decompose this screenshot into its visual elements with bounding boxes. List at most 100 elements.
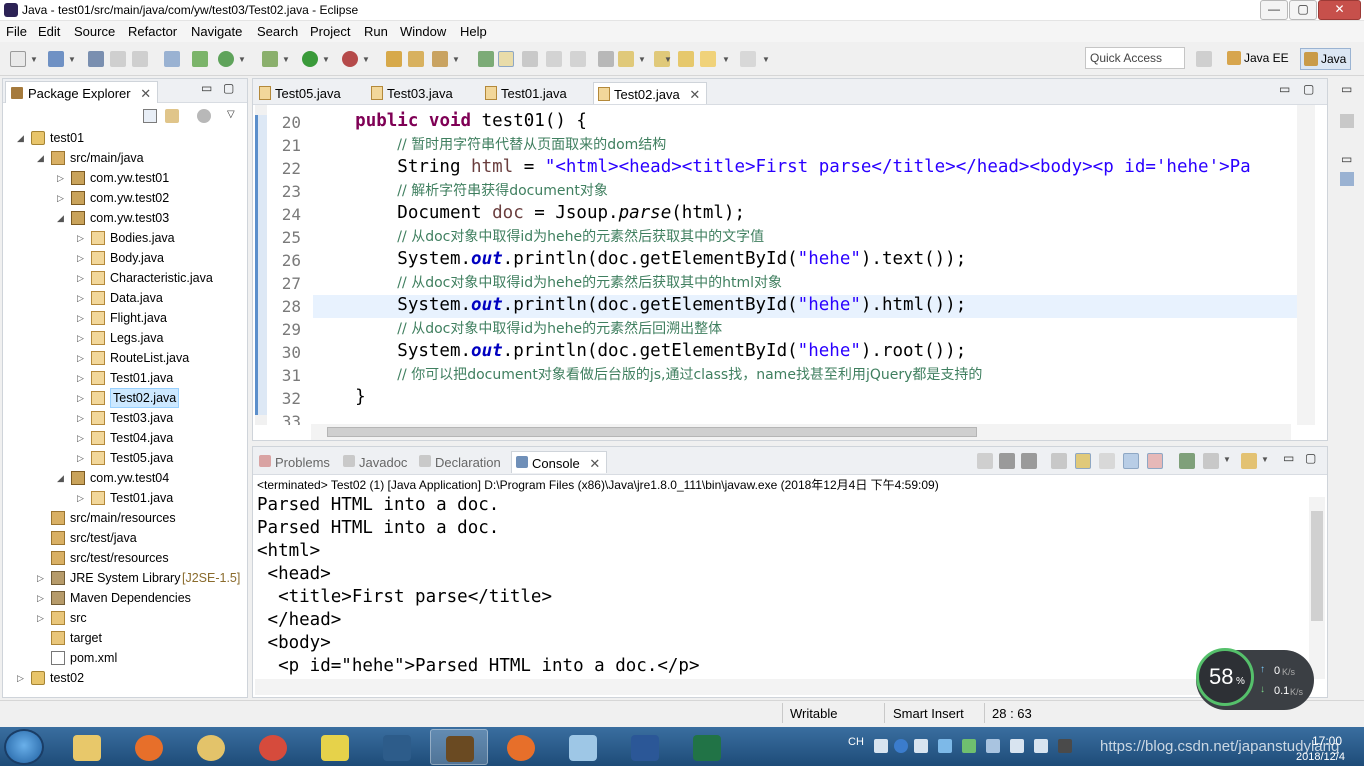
security-icon[interactable] [962, 739, 976, 753]
collapsed-twisty-icon[interactable]: ▷ [77, 388, 84, 408]
remove-all-terminated-icon[interactable] [1021, 453, 1037, 469]
last-edit-location-icon[interactable] [678, 51, 694, 67]
open-perspective-icon[interactable] [1196, 51, 1212, 67]
new-icon[interactable] [10, 51, 26, 67]
expanded-twisty-icon[interactable]: ◢ [37, 148, 44, 168]
collapsed-twisty-icon[interactable]: ▷ [77, 288, 84, 308]
chevron-down-icon[interactable]: ▼ [238, 55, 246, 64]
menu-source[interactable]: Source [74, 24, 115, 39]
help-tray-icon[interactable] [894, 739, 908, 753]
collapsed-twisty-icon[interactable]: ▷ [77, 248, 84, 268]
menu-search[interactable]: Search [257, 24, 298, 39]
collapsed-twisty-icon[interactable]: ▷ [57, 188, 64, 208]
code-line[interactable]: // 暂时用字符串代替从页面取来的dom结构 [313, 134, 666, 154]
chevron-down-icon[interactable]: ▼ [722, 55, 730, 64]
perspective-java[interactable]: Java [1300, 48, 1352, 70]
menu-file[interactable]: File [6, 24, 27, 39]
network-icon[interactable] [1058, 739, 1072, 753]
tray-language[interactable]: CH [848, 736, 864, 748]
editor-scroll-thumb[interactable] [327, 427, 977, 437]
menu-edit[interactable]: Edit [38, 24, 60, 39]
collapsed-twisty-icon[interactable]: ▷ [57, 168, 64, 188]
minimize-icon[interactable]: ▭ [1279, 82, 1290, 96]
start-button[interactable] [4, 729, 44, 765]
code-line[interactable]: // 从doc对象中取得id为hehe的元素然后回溯出整体 [313, 318, 722, 338]
console-scroll-thumb[interactable] [1311, 511, 1323, 621]
new-java-project-icon[interactable] [386, 51, 402, 67]
minimize-button[interactable]: — [1260, 0, 1288, 20]
display-console-icon[interactable] [1203, 453, 1219, 469]
editor-vertical-scrollbar[interactable] [1297, 105, 1315, 425]
chevron-down-icon[interactable]: ▼ [1223, 455, 1231, 464]
save-icon[interactable] [48, 51, 64, 67]
clock-date[interactable]: 2018/12/4 [1296, 751, 1345, 763]
code-line[interactable]: System.out.println(doc.getElementById("h… [313, 249, 966, 269]
code-line[interactable]: // 从doc对象中取得id为hehe的元素然后获取其中的文字值 [313, 226, 764, 246]
collapsed-twisty-icon[interactable]: ▷ [17, 668, 24, 688]
save-all-icon[interactable] [88, 51, 104, 67]
show-whitespace-icon[interactable] [570, 51, 586, 67]
clear-console-icon[interactable] [1051, 453, 1067, 469]
close-button[interactable]: ✕ [1318, 0, 1361, 20]
chevron-down-icon[interactable]: ▼ [322, 55, 330, 64]
show-on-stdout-icon[interactable] [1123, 453, 1139, 469]
menu-run[interactable]: Run [364, 24, 388, 39]
code-line[interactable]: String html = "<html><head><title>First … [313, 157, 1250, 177]
chevron-down-icon[interactable]: ▼ [362, 55, 370, 64]
code-line[interactable]: } [313, 387, 366, 407]
open-type-icon[interactable] [408, 51, 424, 67]
code-line[interactable]: System.out.println(doc.getElementById("h… [313, 341, 966, 361]
collapsed-twisty-icon[interactable]: ▷ [37, 588, 44, 608]
show-on-stderr-icon[interactable] [1147, 453, 1163, 469]
collapsed-twisty-icon[interactable]: ▷ [77, 428, 84, 448]
next-annotation-icon[interactable] [478, 51, 494, 67]
taskbar-chrome[interactable] [244, 729, 302, 765]
next-edit-icon[interactable] [618, 51, 634, 67]
menu-project[interactable]: Project [310, 24, 350, 39]
editor-tab-test02[interactable]: Test02.java ✕ [593, 82, 708, 104]
maximize-button[interactable]: ▢ [1289, 0, 1317, 20]
collapsed-twisty-icon[interactable]: ▷ [37, 608, 44, 628]
minimize-icon[interactable]: ▭ [1283, 451, 1294, 465]
chevron-down-icon[interactable]: ▼ [638, 55, 646, 64]
outline-icon[interactable] [1340, 172, 1354, 186]
open-console-icon[interactable] [1241, 453, 1257, 469]
chevron-down-icon[interactable]: ▼ [282, 55, 290, 64]
collapsed-twisty-icon[interactable]: ▷ [77, 408, 84, 428]
menu-window[interactable]: Window [400, 24, 446, 39]
console-horizontal-scrollbar[interactable] [255, 679, 1309, 695]
editor-tab-test03[interactable]: Test03.java [367, 82, 459, 104]
tab-declaration[interactable]: Declaration [415, 451, 507, 473]
code-line[interactable]: // 你可以把document对象看做后台版的js,通过class找，name找… [313, 364, 982, 384]
code-area[interactable]: 20 21 22 23 24 25 26 27 28 29 30 31 32 33 public void… [253, 105, 1327, 425]
expanded-twisty-icon[interactable]: ◢ [57, 468, 64, 488]
taskbar-explorer[interactable] [58, 729, 116, 765]
quick-access-input[interactable]: Quick Access [1085, 47, 1185, 69]
minimize-icon[interactable]: ▭ [201, 81, 212, 95]
print-icon[interactable] [110, 51, 126, 67]
pin-console-icon[interactable] [1179, 453, 1195, 469]
taskbar-firefox[interactable] [120, 729, 178, 765]
pin-editor-icon[interactable] [598, 51, 614, 67]
chevron-down-icon[interactable]: ▼ [664, 55, 672, 64]
perspective-javaee[interactable]: Java EE [1224, 48, 1293, 70]
scroll-lock-icon[interactable] [1075, 453, 1091, 469]
maximize-icon[interactable]: ▢ [1303, 82, 1314, 96]
taskbar-paint[interactable] [182, 729, 240, 765]
editor-tab-test01[interactable]: Test01.java [481, 82, 573, 104]
chevron-down-icon[interactable]: ▼ [30, 55, 38, 64]
taskbar-excel[interactable] [678, 729, 736, 765]
remove-launch-icon[interactable] [999, 453, 1015, 469]
chevron-down-icon[interactable]: ▼ [68, 55, 76, 64]
undo-icon[interactable] [132, 51, 148, 67]
word-wrap-icon[interactable] [1099, 453, 1115, 469]
maximize-icon[interactable]: ▢ [1305, 451, 1316, 465]
link-with-editor-icon[interactable] [165, 109, 179, 123]
close-icon[interactable]: ✕ [689, 87, 700, 102]
keyboard-icon[interactable] [874, 739, 888, 753]
debug-icon[interactable] [262, 51, 278, 67]
code-line[interactable]: // 解析字符串获得document对象 [313, 180, 608, 200]
external-tools-icon[interactable] [342, 51, 358, 67]
forward-icon[interactable] [740, 51, 756, 67]
tab-problems[interactable]: Problems [255, 451, 336, 473]
